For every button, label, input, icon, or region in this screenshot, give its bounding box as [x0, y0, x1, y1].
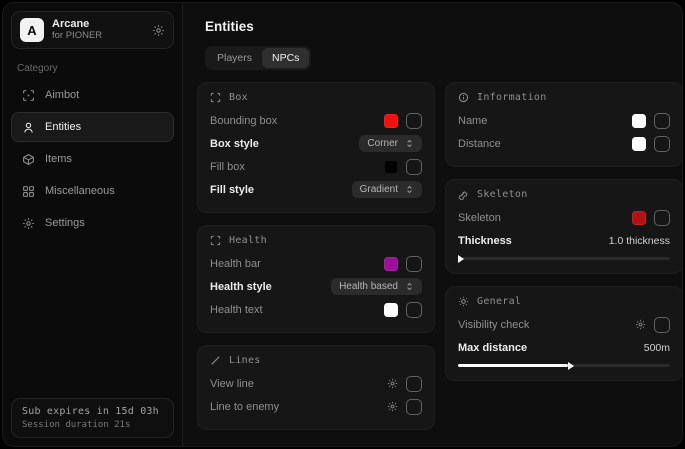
tab-npcs[interactable]: NPCs [262, 48, 309, 68]
health-card: Health Health bar Health style Health ba… [197, 225, 435, 333]
checkbox[interactable] [406, 302, 422, 318]
card-title: Skeleton [477, 189, 528, 200]
slider-thumb[interactable] [568, 362, 574, 370]
gear-icon[interactable] [387, 378, 398, 389]
health-style-dropdown[interactable]: Health based [331, 278, 422, 295]
sidebar-item-label: Settings [45, 217, 85, 229]
card-title: Health [229, 235, 267, 246]
skeleton-card: Skeleton Skeleton Thickness 1.0 thicknes… [445, 179, 683, 274]
setting-row: Visibility check [458, 313, 670, 336]
corner-brackets-icon [210, 92, 221, 103]
brand-title: Arcane [52, 18, 144, 31]
sidebar-item-label: Items [45, 153, 72, 165]
items-cube-icon [22, 153, 35, 166]
setting-row: Name [458, 109, 670, 132]
setting-row: Health text [210, 298, 422, 321]
brand-logo: A [20, 18, 44, 42]
entity-tabs: Players NPCs [205, 46, 311, 70]
setting-row: Fill style Gradient [210, 178, 422, 201]
checkbox[interactable] [406, 399, 422, 415]
checkbox[interactable] [654, 317, 670, 333]
setting-row: Max distance 500m [458, 336, 670, 359]
checkbox[interactable] [654, 136, 670, 152]
general-card: General Visibility check Max distance [445, 286, 683, 381]
setting-row: Health bar [210, 252, 422, 275]
setting-row: View line [210, 372, 422, 395]
chevron-up-down-icon [405, 282, 414, 291]
subscription-info-card: Sub expires in 15d 03h Session duration … [11, 398, 174, 438]
gear-icon[interactable] [152, 24, 165, 37]
setting-row: Distance [458, 132, 670, 155]
corner-brackets-icon [210, 235, 221, 246]
sidebar: A Arcane for PIONER Category Aimbot [3, 3, 183, 446]
gear-icon[interactable] [387, 401, 398, 412]
diagonal-line-icon [210, 355, 221, 366]
checkbox[interactable] [406, 113, 422, 129]
slider-value: 1.0 thickness [609, 235, 670, 247]
setting-row: Bounding box [210, 109, 422, 132]
color-swatch[interactable] [632, 114, 646, 128]
setting-row: Line to enemy [210, 395, 422, 418]
thickness-slider[interactable] [458, 257, 670, 260]
sidebar-item-entities[interactable]: Entities [11, 112, 174, 142]
setting-row: Fill box [210, 155, 422, 178]
card-title: General [477, 296, 521, 307]
chevron-up-down-icon [405, 139, 414, 148]
sidebar-item-miscellaneous[interactable]: Miscellaneous [11, 176, 174, 206]
color-swatch[interactable] [384, 303, 398, 317]
card-title: Information [477, 92, 547, 103]
setting-row: Skeleton [458, 206, 670, 229]
sidebar-nav: Aimbot Entities Items Miscellaneous [11, 80, 174, 238]
main-panel: Entities Players NPCs Box Bounding box [183, 3, 683, 446]
box-style-dropdown[interactable]: Corner [359, 135, 422, 152]
setting-row: Box style Corner [210, 132, 422, 155]
information-icon [458, 92, 469, 103]
entities-icon [22, 121, 35, 134]
sidebar-item-settings[interactable]: Settings [11, 208, 174, 238]
sidebar-item-items[interactable]: Items [11, 144, 174, 174]
sidebar-item-label: Aimbot [45, 89, 79, 101]
checkbox[interactable] [406, 256, 422, 272]
bone-icon [458, 189, 469, 200]
tab-players[interactable]: Players [207, 48, 262, 68]
color-swatch[interactable] [632, 211, 646, 225]
sun-icon [458, 296, 469, 307]
card-title: Box [229, 92, 248, 103]
color-swatch[interactable] [384, 257, 398, 271]
category-label: Category [17, 63, 168, 74]
sidebar-item-aimbot[interactable]: Aimbot [11, 80, 174, 110]
app-window: A Arcane for PIONER Category Aimbot [2, 2, 683, 447]
page-title: Entities [205, 19, 683, 34]
aimbot-crosshair-icon [22, 89, 35, 102]
miscellaneous-grid-icon [22, 185, 35, 198]
fill-style-dropdown[interactable]: Gradient [352, 181, 422, 198]
box-card: Box Bounding box Box style Corner [197, 82, 435, 213]
checkbox[interactable] [406, 376, 422, 392]
brand-subtitle: for PIONER [52, 31, 144, 42]
chevron-up-down-icon [405, 185, 414, 194]
settings-gear-icon [22, 217, 35, 230]
setting-row: Health style Health based [210, 275, 422, 298]
card-title: Lines [229, 355, 261, 366]
slider-value: 500m [644, 342, 670, 354]
checkbox[interactable] [406, 159, 422, 175]
brand-card: A Arcane for PIONER [11, 11, 174, 49]
sidebar-item-label: Entities [45, 121, 81, 133]
color-swatch[interactable] [384, 114, 398, 128]
session-duration-text: Session duration 21s [22, 420, 163, 430]
gear-icon[interactable] [635, 319, 646, 330]
information-card: Information Name Distance [445, 82, 683, 167]
sidebar-item-label: Miscellaneous [45, 185, 115, 197]
max-distance-slider[interactable] [458, 364, 670, 367]
color-swatch[interactable] [632, 137, 646, 151]
sub-expiry-text: Sub expires in 15d 03h [22, 406, 163, 417]
checkbox[interactable] [654, 113, 670, 129]
color-swatch[interactable] [384, 160, 398, 174]
checkbox[interactable] [654, 210, 670, 226]
setting-row: Thickness 1.0 thickness [458, 229, 670, 252]
lines-card: Lines View line Line to enemy [197, 345, 435, 430]
slider-thumb[interactable] [458, 255, 464, 263]
